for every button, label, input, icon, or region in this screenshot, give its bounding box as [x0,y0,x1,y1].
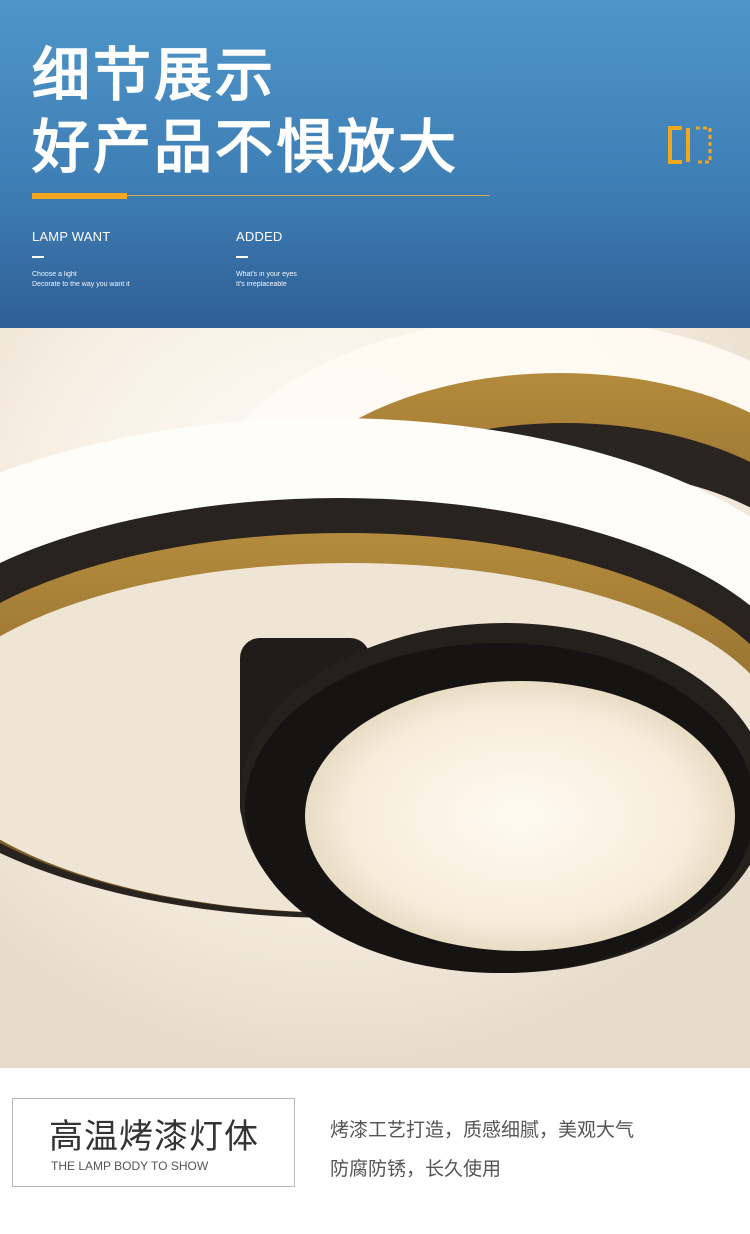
info-column-added: ADDED What's in your eyes It's irreplace… [236,229,297,290]
column-heading: ADDED [236,229,283,244]
info-column-lamp-want: LAMP WANT Choose a light Decorate to the… [32,229,130,290]
column-text: Choose a light [32,271,77,278]
feature-description: 烤漆工艺打造，质感细腻，美观大气 [330,1119,635,1141]
feature-subtitle: THE LAMP BODY TO SHOW [51,1159,209,1173]
page-title: 细节展示 [32,41,277,109]
feature-section: 高温烤漆灯体 THE LAMP BODY TO SHOW 烤漆工艺打造，质感细腻… [0,1068,750,1234]
dash-divider [32,256,44,258]
bracket-logo-icon [668,126,712,164]
dash-divider [236,256,248,258]
product-photo [0,328,750,1068]
divider-line [127,195,490,196]
header-banner: 细节展示 好产品不惧放大 LAMP WANT Choose a light De… [0,0,750,328]
column-text: What's in your eyes [236,271,297,278]
feature-label-box: 高温烤漆灯体 THE LAMP BODY TO SHOW [12,1098,295,1187]
lamp-rings-icon [0,328,750,1068]
column-text: Decorate to the way you want it [32,281,130,288]
column-heading: LAMP WANT [32,229,111,244]
product-detail-page: 细节展示 好产品不惧放大 LAMP WANT Choose a light De… [0,0,750,1234]
feature-title: 高温烤漆灯体 [49,1117,259,1157]
column-text: It's irreplaceable [236,281,287,288]
feature-description: 防腐防锈，长久使用 [330,1158,502,1180]
accent-bar [32,193,127,199]
page-subtitle: 好产品不惧放大 [32,113,460,181]
